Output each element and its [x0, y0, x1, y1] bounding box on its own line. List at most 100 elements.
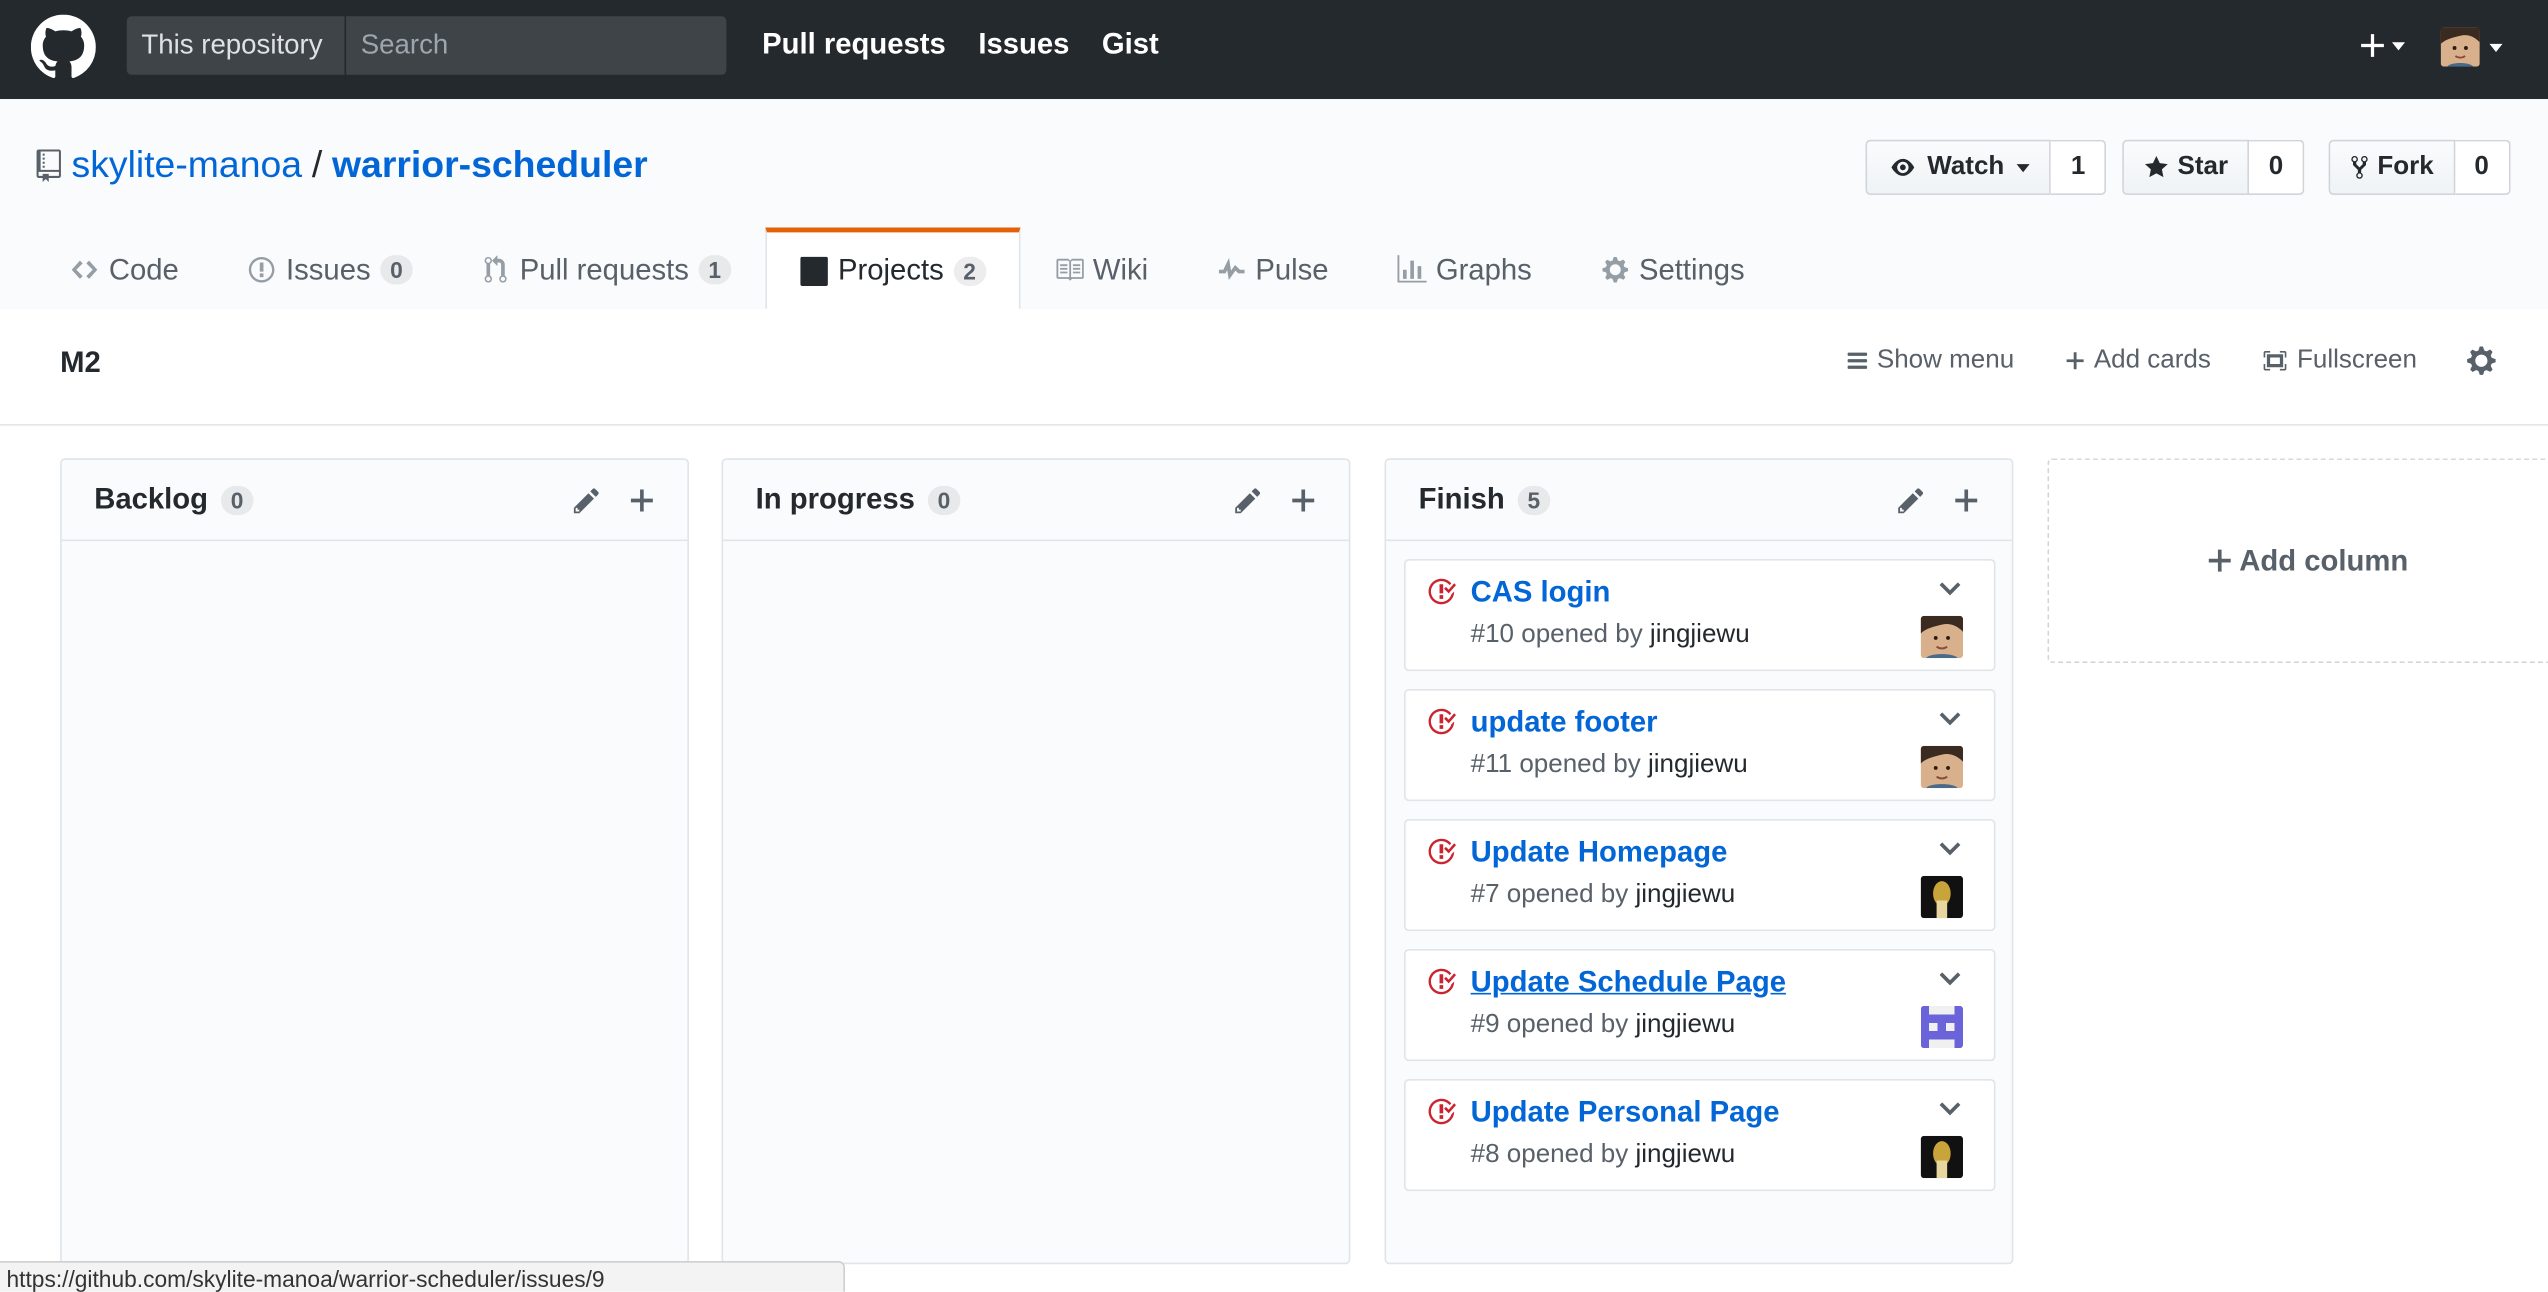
plus-icon[interactable]	[1953, 485, 1979, 514]
top-nav: Pull requests Issues Gist	[762, 28, 1159, 62]
chevron-down-icon[interactable]	[1939, 710, 1962, 726]
issue-card[interactable]: Update Homepage #7 opened by jingjiewu	[1404, 819, 1996, 932]
author-link[interactable]: jingjiewu	[1635, 1011, 1735, 1039]
chevron-down-icon[interactable]	[1939, 580, 1962, 596]
issue-card[interactable]: CAS login #10 opened by jingjiewu	[1404, 559, 1996, 672]
pencil-icon[interactable]	[1898, 485, 1924, 514]
plus-icon[interactable]	[629, 485, 655, 514]
plus-icon[interactable]	[1290, 485, 1316, 514]
author-link[interactable]: jingjiewu	[1635, 1141, 1735, 1169]
fullscreen-label: Fullscreen	[2297, 346, 2417, 374]
tab-pulse[interactable]: Pulse	[1182, 228, 1362, 309]
avatar-dark[interactable]	[1920, 875, 1963, 919]
issue-card[interactable]: Update Personal Page #8 opened by jingji…	[1404, 1079, 1996, 1192]
avatar-photo[interactable]	[1920, 745, 1963, 789]
add-cards-button[interactable]: Add cards	[2063, 346, 2211, 375]
star-icon	[2145, 156, 2168, 178]
user-menu[interactable]	[2440, 24, 2513, 70]
project-actions: Show menu Add cards Fullscreen	[1846, 345, 2498, 378]
chevron-down-icon[interactable]	[1939, 970, 1962, 986]
nav-gist[interactable]: Gist	[1102, 28, 1159, 62]
add-column-label: Add column	[2239, 543, 2409, 577]
issue-closed-icon	[1428, 968, 1456, 995]
pencil-icon[interactable]	[573, 485, 600, 514]
card-meta: #8 opened by jingjiewu	[1471, 1141, 1736, 1170]
opened-by-text: opened by	[1506, 1010, 1629, 1039]
opened-by-text: opened by	[1519, 750, 1641, 779]
search-input[interactable]	[346, 16, 727, 75]
opened-by-text: opened by	[1521, 620, 1643, 649]
show-menu-label: Show menu	[1876, 346, 2015, 374]
card-title-link[interactable]: Update Homepage	[1471, 835, 1728, 869]
eye-icon	[1891, 158, 1915, 176]
fork-count[interactable]: 0	[2454, 139, 2510, 195]
create-new-menu[interactable]	[2360, 29, 2412, 62]
card-title-link[interactable]: Update Schedule Page	[1471, 965, 1786, 999]
watch-button[interactable]: Watch	[1865, 139, 2052, 195]
opened-by-text: opened by	[1506, 880, 1629, 909]
add-column-button[interactable]: Add column	[2047, 458, 2548, 663]
nav-pull-requests[interactable]: Pull requests	[762, 28, 946, 62]
tab-wiki[interactable]: Wiki	[1020, 228, 1183, 309]
caret-down-icon	[2392, 41, 2405, 50]
screen-full-icon	[2262, 351, 2286, 371]
nav-issues[interactable]: Issues	[978, 28, 1069, 62]
show-menu-button[interactable]: Show menu	[1846, 346, 2014, 375]
issue-card[interactable]: Update Schedule Page #9 opened by jingji…	[1404, 949, 1996, 1062]
author-link[interactable]: jingjiewu	[1648, 751, 1748, 779]
issue-card[interactable]: update footer #11 opened by jingjiewu	[1404, 689, 1996, 802]
watch-count[interactable]: 1	[2051, 139, 2107, 195]
fork-label: Fork	[2377, 152, 2434, 181]
tab-projects[interactable]: Projects 2	[764, 227, 1020, 311]
code-icon	[71, 260, 98, 279]
fullscreen-button[interactable]: Fullscreen	[2260, 346, 2417, 375]
issue-closed-icon	[1428, 578, 1456, 605]
graph-icon	[1396, 255, 1427, 283]
author-link[interactable]: jingjiewu	[1635, 881, 1735, 909]
author-link[interactable]: jingjiewu	[1650, 621, 1750, 649]
issue-number: #11	[1470, 750, 1513, 779]
card-title-link[interactable]: update footer	[1471, 705, 1658, 739]
avatar-photo[interactable]	[1920, 615, 1963, 659]
opened-by-text: opened by	[1506, 1140, 1629, 1169]
avatar	[2440, 27, 2480, 67]
project-settings-button[interactable]	[2466, 345, 2499, 378]
pulse-icon	[1218, 258, 1244, 280]
tab-code[interactable]: Code	[36, 228, 213, 309]
column-header: Finish 5	[1386, 460, 2012, 542]
tab-label: Settings	[1638, 252, 1745, 286]
avatar-dark[interactable]	[1920, 1135, 1963, 1179]
star-count[interactable]: 0	[2249, 139, 2305, 195]
avatar-identicon[interactable]	[1920, 1005, 1963, 1049]
star-button[interactable]: Star	[2122, 139, 2250, 195]
issue-opened-icon	[248, 256, 275, 283]
project-column-finish: Finish 5 CAS login #10 opened by jingjie…	[1384, 458, 2014, 1265]
add-cards-label: Add cards	[2093, 346, 2211, 374]
fork-button[interactable]: Fork	[2328, 139, 2455, 195]
tab-label: Projects	[838, 253, 944, 287]
issue-number: #8	[1470, 1140, 1500, 1169]
tab-issues[interactable]: Issues 0	[213, 228, 447, 309]
tab-settings[interactable]: Settings	[1566, 228, 1779, 309]
browser-status-bar: https://github.com/skylite-manoa/warrior…	[0, 1261, 845, 1292]
card-meta: #11 opened by jingjiewu	[1471, 751, 1748, 780]
card-title-link[interactable]: CAS login	[1471, 575, 1611, 609]
card-meta: #10 opened by jingjiewu	[1471, 621, 1750, 650]
chevron-down-icon[interactable]	[1939, 840, 1962, 856]
repo-path-separator: /	[311, 143, 323, 186]
column-card-count: 0	[221, 485, 254, 515]
column-card-count: 0	[927, 485, 961, 515]
card-title-link[interactable]: Update Personal Page	[1471, 1095, 1780, 1129]
pencil-icon[interactable]	[1235, 485, 1261, 514]
tab-label: Wiki	[1092, 252, 1149, 286]
card-meta: #9 opened by jingjiewu	[1471, 1011, 1736, 1040]
column-header: Backlog 0	[61, 460, 688, 542]
tab-graphs[interactable]: Graphs	[1363, 228, 1566, 309]
project-title: M2	[60, 346, 101, 379]
repo-owner-link[interactable]: skylite-manoa	[72, 143, 303, 187]
github-logo-icon[interactable]	[30, 14, 96, 80]
chevron-down-icon[interactable]	[1939, 1100, 1962, 1116]
column-tools	[1898, 485, 1979, 514]
tab-pull-requests[interactable]: Pull requests 1	[447, 228, 765, 309]
repo-name-link[interactable]: warrior-scheduler	[332, 143, 648, 187]
